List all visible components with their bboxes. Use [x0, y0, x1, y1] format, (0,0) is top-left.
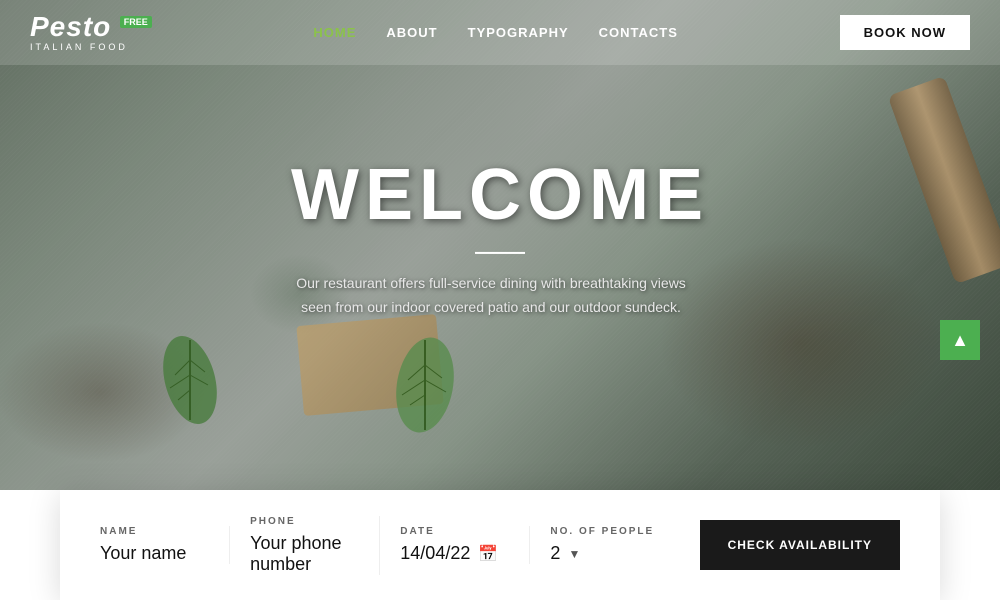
logo-badge: FREE [120, 16, 152, 28]
date-value[interactable]: 14/04/22 [400, 543, 470, 564]
calendar-icon[interactable]: 📅 [478, 544, 498, 564]
hero-section: WELCOME Our restaurant offers full-servi… [0, 0, 1000, 490]
name-value[interactable]: Your name [100, 543, 209, 564]
hero-subtitle: Our restaurant offers full-service dinin… [291, 272, 691, 320]
nav-contacts[interactable]: CONTACTS [599, 25, 678, 40]
nav-about[interactable]: ABOUT [386, 25, 437, 40]
scroll-up-button[interactable]: ▲ [940, 320, 980, 360]
navbar: Pesto FREE ITALIAN FOOD HOME ABOUT TYPOG… [0, 0, 1000, 65]
booking-bar: NAME Your name PHONE Your phone number D… [60, 490, 940, 600]
date-field: DATE 14/04/22 📅 [380, 526, 530, 564]
logo: Pesto FREE ITALIAN FOOD [30, 13, 152, 52]
people-label: NO. OF PEOPLE [550, 526, 659, 537]
name-field: NAME Your name [100, 526, 230, 564]
people-field: NO. OF PEOPLE 2 ▼ [530, 526, 679, 564]
nav-typography[interactable]: TYPOGRAPHY [468, 25, 569, 40]
check-availability-button[interactable]: CHECK AVAILABILITY [700, 520, 900, 570]
nav-links: HOME ABOUT TYPOGRAPHY CONTACTS [313, 25, 678, 40]
leaf-right-decoration [380, 330, 470, 440]
date-label: DATE [400, 526, 509, 537]
name-label: NAME [100, 526, 209, 537]
hero-title: WELCOME [291, 154, 709, 236]
phone-field: PHONE Your phone number [230, 516, 380, 575]
people-value[interactable]: 2 [550, 543, 560, 564]
logo-subtitle: ITALIAN FOOD [30, 42, 152, 52]
book-now-button[interactable]: BOOK NOW [840, 15, 970, 50]
phone-label: PHONE [250, 516, 359, 527]
nav-home[interactable]: HOME [313, 25, 356, 40]
logo-title: Pesto [30, 11, 111, 42]
leaf-left-decoration [150, 330, 230, 430]
hero-content: WELCOME Our restaurant offers full-servi… [291, 154, 709, 320]
hero-divider [475, 252, 525, 254]
phone-value[interactable]: Your phone number [250, 533, 359, 575]
dropdown-icon[interactable]: ▼ [568, 547, 580, 561]
